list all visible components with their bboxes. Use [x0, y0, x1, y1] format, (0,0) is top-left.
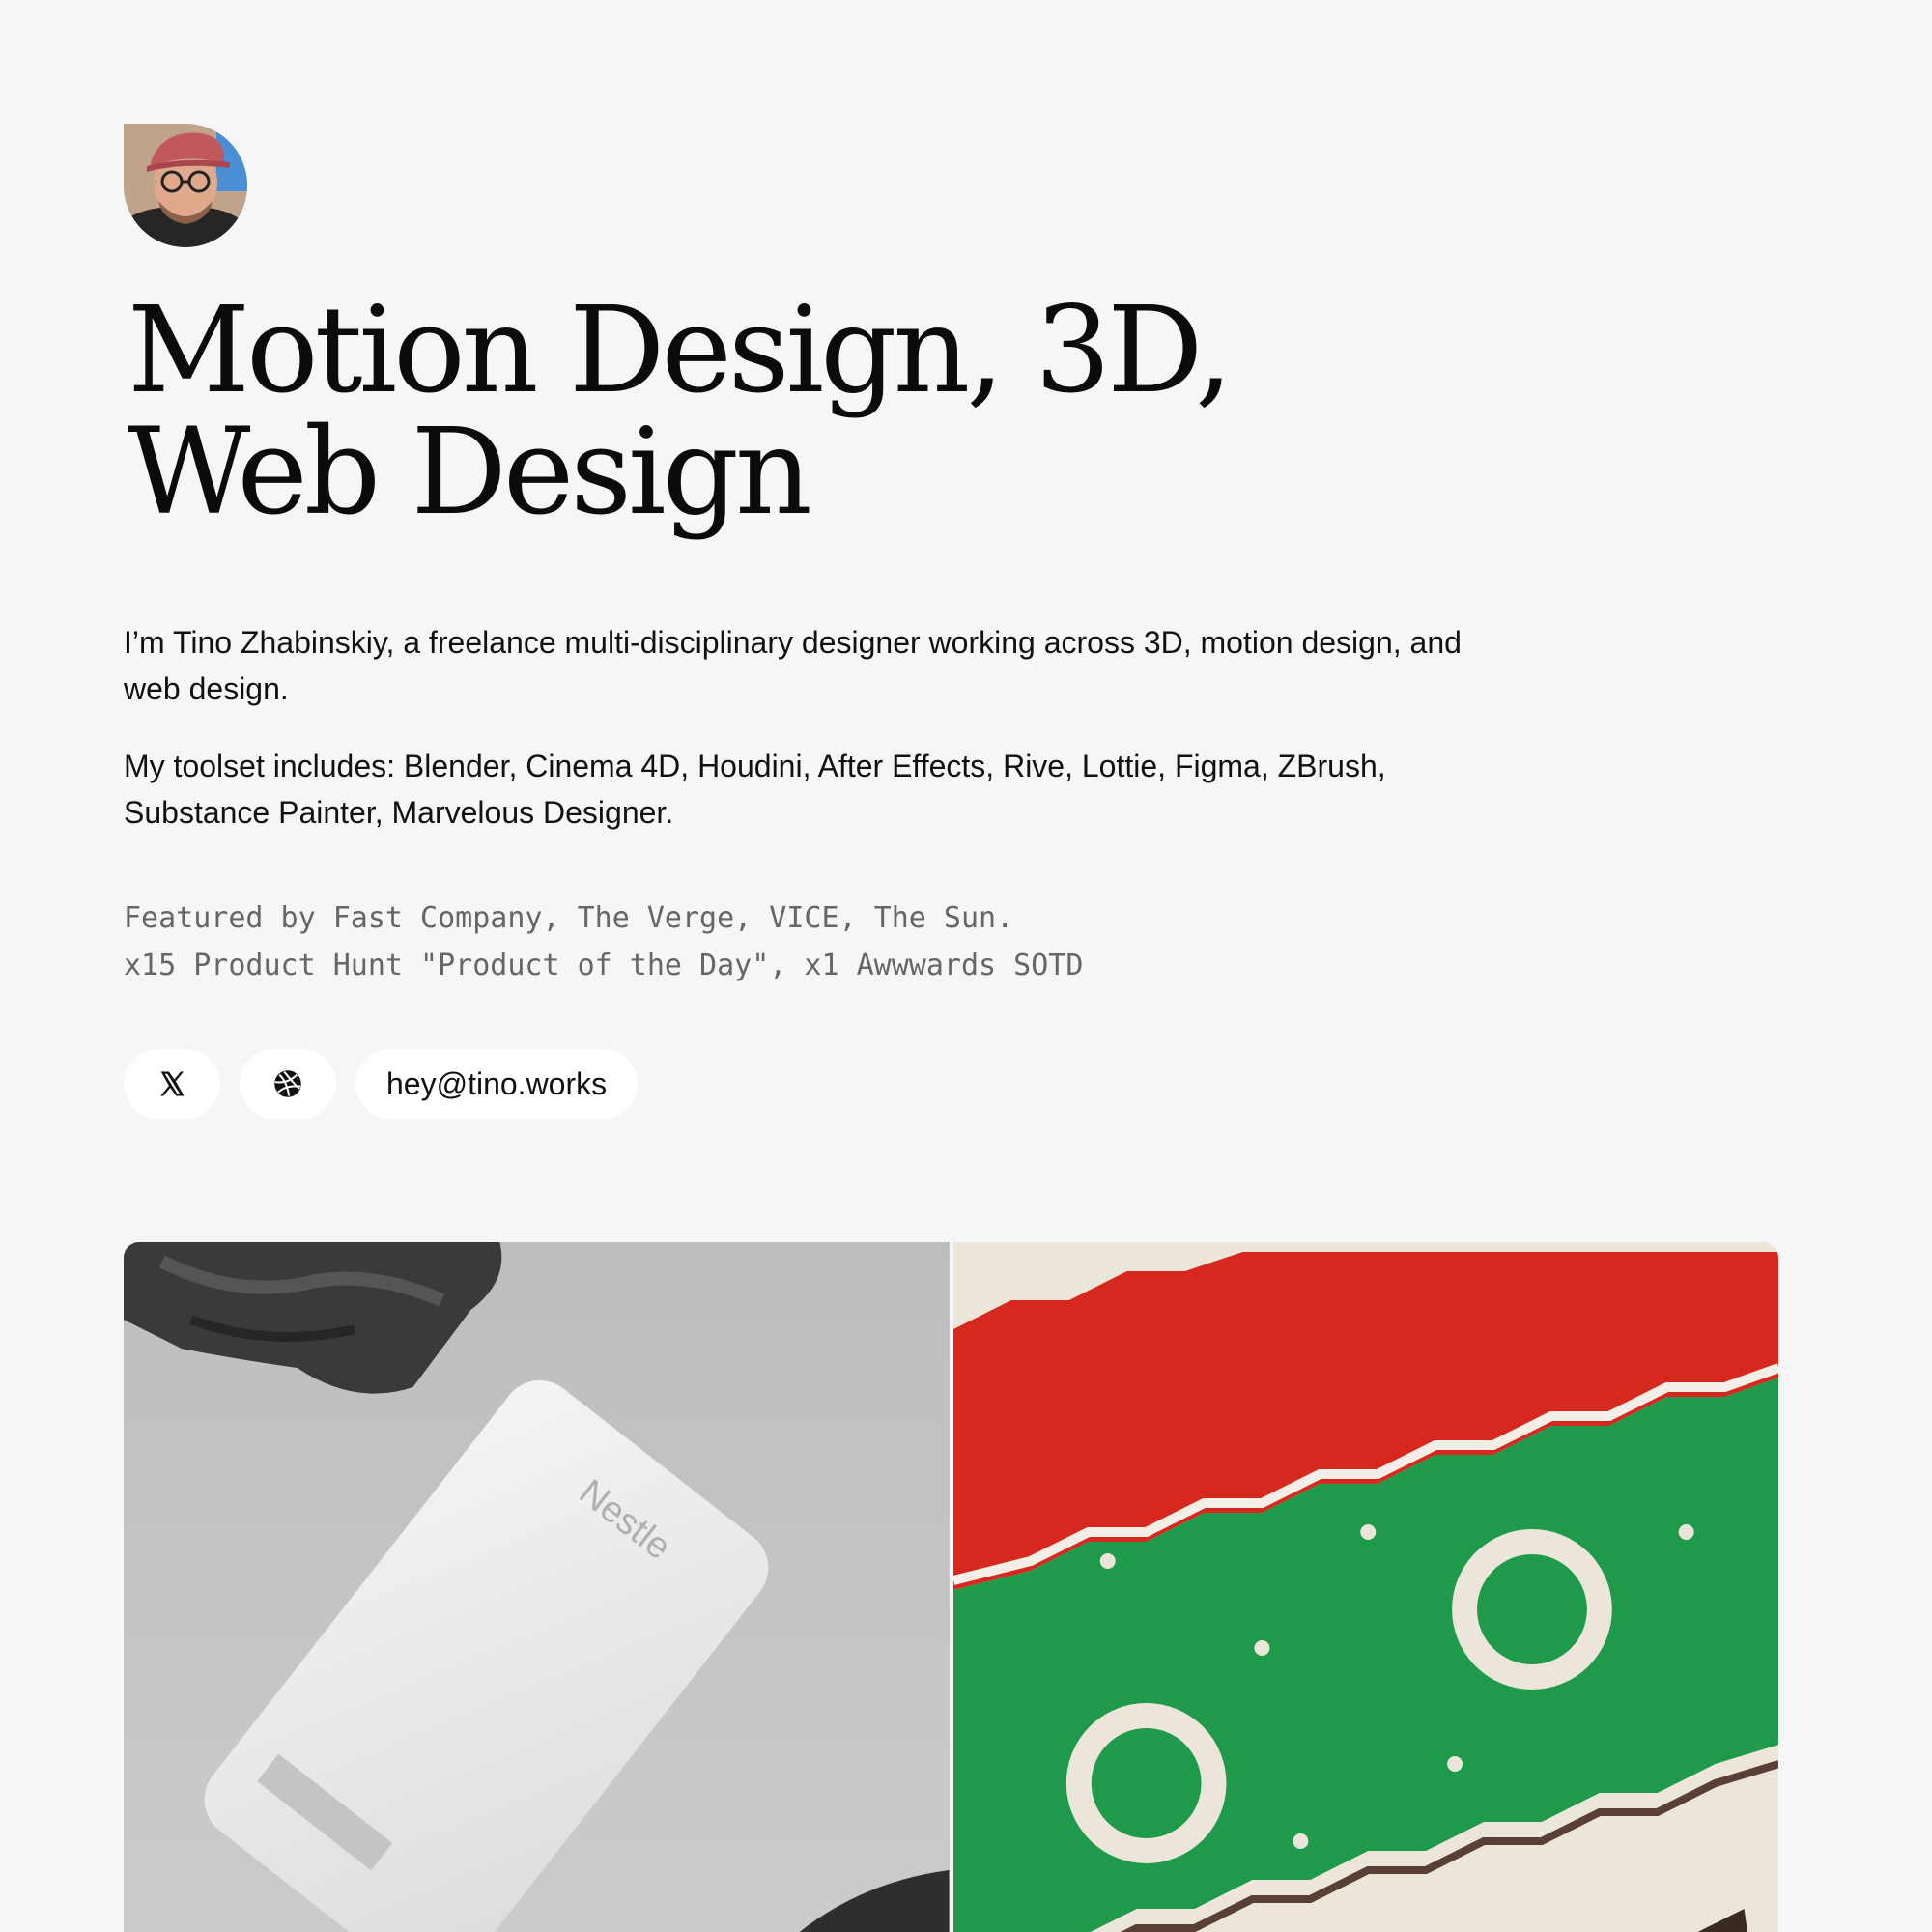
email-link[interactable]: hey@tino.works [355, 1049, 639, 1119]
featured-credits: Featured by Fast Company, The Verge, VIC… [124, 895, 1476, 989]
x-logo-icon [160, 1071, 185, 1096]
portfolio-page: Motion Design, 3D, Web Design I’m Tino Z… [0, 0, 1932, 1932]
social-links: hey@tino.works [124, 1049, 639, 1119]
project-tile-nestle[interactable]: Nestle [124, 1242, 950, 1932]
bio-intro: I’m Tino Zhabinskiy, a freelance multi-d… [124, 625, 1462, 706]
dribbble-link-button[interactable] [240, 1049, 336, 1119]
x-link-button[interactable] [124, 1049, 220, 1119]
avatar-portrait-image [124, 124, 247, 247]
project-tile-github-sweater[interactable] [952, 1242, 1778, 1932]
featured-press-line: Featured by Fast Company, The Verge, VIC… [124, 901, 1014, 935]
page-headline: Motion Design, 3D, Web Design [128, 281, 1234, 542]
nestle-card-image: Nestle [124, 1242, 950, 1932]
github-sweater-image [952, 1242, 1778, 1932]
project-gallery: Nestle [124, 1242, 1778, 1932]
featured-awards-line: x15 Product Hunt "Product of the Day", x… [124, 949, 1084, 982]
avatar [124, 124, 247, 247]
dribbble-icon [274, 1070, 301, 1097]
bio-toolset: My toolset includes: Blender, Cinema 4D,… [124, 749, 1386, 830]
